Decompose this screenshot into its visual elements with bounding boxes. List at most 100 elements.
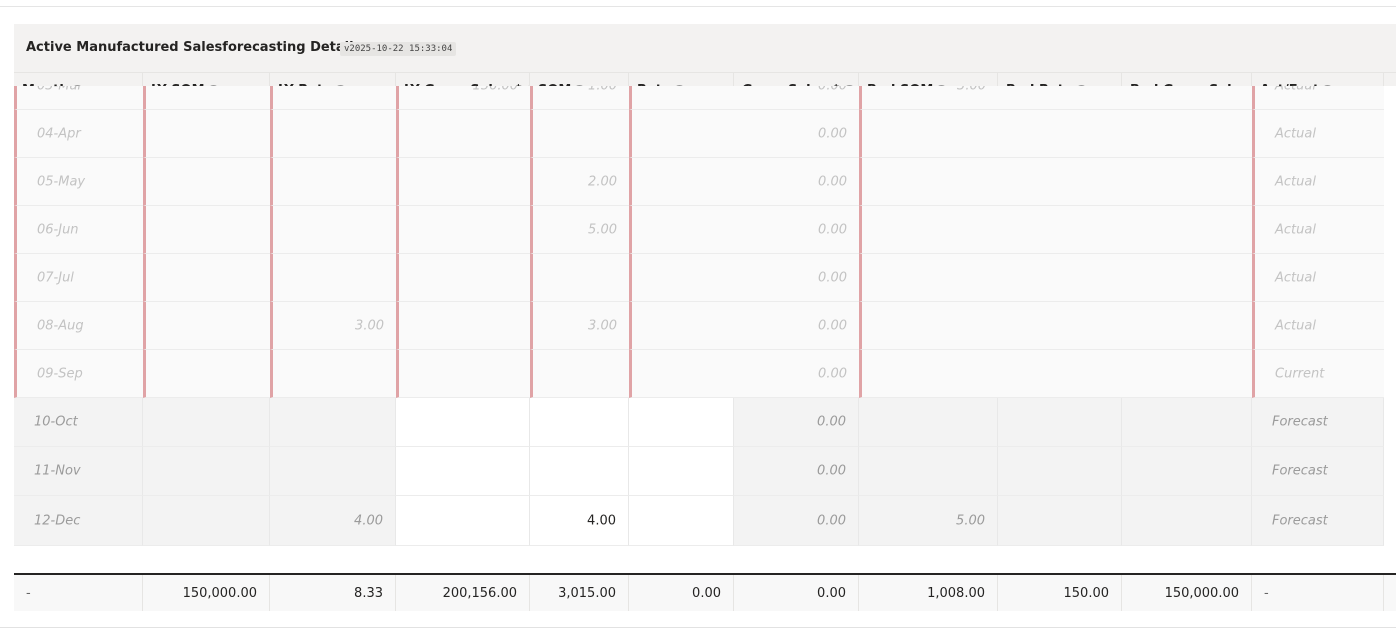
cell-value: 0.00 — [818, 222, 847, 237]
cell-value: 08-Aug — [37, 318, 84, 333]
cell-rate — [629, 158, 734, 206]
total-value: 0.00 — [692, 586, 721, 601]
cell-bud-sqm — [859, 398, 998, 447]
cell-bud-rate — [998, 86, 1122, 110]
cell-value: 4.00 — [354, 513, 383, 528]
cell-sqm — [530, 350, 629, 398]
cell-act-fcst: Current — [1252, 350, 1384, 398]
cell-value: Actual — [1275, 174, 1316, 189]
total-ly-gross-sales: 200,156.00 — [396, 575, 530, 611]
cell-bud-sqm — [859, 110, 998, 158]
cell-sqm[interactable] — [530, 447, 629, 496]
cell-value: 09-Sep — [37, 366, 83, 381]
cell-bud-rate — [998, 350, 1122, 398]
cell-gross-sales: 0.00 — [734, 496, 859, 546]
cell-ly-rate — [270, 110, 396, 158]
cell-bud-gross-sales — [1122, 206, 1252, 254]
cell-gross-sales: 0.00 — [734, 398, 859, 447]
cell-rate — [629, 206, 734, 254]
cell-ly-sqm — [143, 86, 270, 110]
cell-ly-gross-sales — [396, 158, 530, 206]
cell-value: 04-Apr — [37, 126, 81, 141]
cell-bud-rate — [998, 398, 1122, 447]
cell-rate — [629, 86, 734, 110]
cell-value: Actual — [1275, 222, 1316, 237]
table-row[interactable]: 11-Nov 0.00 Forecast — [14, 447, 1384, 496]
cell-bud-rate — [998, 206, 1122, 254]
cell-bud-rate — [998, 158, 1122, 206]
cell-bud-gross-sales — [1122, 350, 1252, 398]
total-bud-rate: 150.00 — [998, 575, 1122, 611]
cell-rate — [629, 302, 734, 350]
cell-bud-gross-sales — [1122, 398, 1252, 447]
cell-rate[interactable] — [629, 496, 734, 546]
cell-ly-gross-sales — [396, 350, 530, 398]
cell-act-fcst: Forecast — [1252, 447, 1384, 496]
table-row[interactable]: 07-Jul 0.00 Actual — [14, 254, 1384, 302]
cell-value: Forecast — [1272, 414, 1328, 430]
table-row[interactable]: 06-Jun 5.00 0.00 Actual — [14, 206, 1384, 254]
cell-rate[interactable] — [629, 447, 734, 496]
cell-bud-sqm — [859, 302, 998, 350]
cell-value: 0.00 — [818, 86, 847, 93]
cell-sqm: 1.00 — [530, 86, 629, 110]
cell-value: 3.00 — [588, 318, 617, 333]
cell-value: Forecast — [1272, 513, 1328, 528]
totals-row: - 150,000.00 8.33 200,156.00 3,015.00 0.00 0.0… — [14, 573, 1396, 611]
cell-value: 03-Mar — [37, 86, 83, 93]
cell-month: 06-Jun — [14, 206, 143, 254]
table-row[interactable]: 08-Aug 3.00 3.00 0.00 Actual — [14, 302, 1384, 350]
cell-ly-sqm — [143, 496, 270, 546]
cell-ly-gross-sales[interactable] — [396, 496, 530, 546]
cell-bud-sqm — [859, 206, 998, 254]
table-row[interactable]: 10-Oct 0.00 Forecast — [14, 398, 1384, 447]
cell-value: 0.00 — [817, 513, 846, 528]
cell-value: 0.00 — [817, 463, 846, 479]
cell-sqm: 2.00 — [530, 158, 629, 206]
table-row[interactable]: 03-Mar 156.00 1.00 0.00 3.00 Actual — [14, 86, 1384, 110]
cell-ly-sqm — [143, 350, 270, 398]
cell-sqm: 5.00 — [530, 206, 629, 254]
total-ly-sqm: 150,000.00 — [143, 575, 270, 611]
table-row[interactable]: 04-Apr 0.00 Actual — [14, 110, 1384, 158]
cell-ly-gross-sales[interactable] — [396, 447, 530, 496]
cell-rate — [629, 350, 734, 398]
cell-ly-rate — [270, 86, 396, 110]
total-ly-rate: 8.33 — [270, 575, 396, 611]
cell-sqm[interactable]: 4.00 — [530, 496, 629, 546]
cell-bud-rate — [998, 496, 1122, 546]
cell-ly-gross-sales — [396, 302, 530, 350]
cell-bud-rate — [998, 110, 1122, 158]
vertical-scrollbar[interactable] — [1384, 86, 1396, 550]
cell-value: Actual — [1275, 86, 1316, 93]
cell-bud-rate — [998, 447, 1122, 496]
cell-bud-rate — [998, 254, 1122, 302]
cell-ly-rate — [270, 158, 396, 206]
cell-sqm[interactable] — [530, 398, 629, 447]
table-row[interactable]: 12-Dec 4.00 4.00 0.00 5.00 Forecast — [14, 496, 1384, 546]
cell-value: Current — [1275, 366, 1325, 381]
version-badge: v2025-10-22 15:33:04 — [340, 42, 457, 56]
total-value: 3,015.00 — [558, 586, 616, 601]
cell-gross-sales: 0.00 — [734, 254, 859, 302]
cell-act-fcst: Actual — [1252, 158, 1384, 206]
cell-bud-gross-sales — [1122, 496, 1252, 546]
cell-bud-gross-sales — [1122, 447, 1252, 496]
cell-value: Actual — [1275, 126, 1316, 141]
table-row[interactable]: 09-Sep 0.00 Current — [14, 350, 1384, 398]
cell-ly-rate: 3.00 — [270, 302, 396, 350]
table-body[interactable]: 03-Mar 156.00 1.00 0.00 3.00 Actual 04-Apr 0.00… — [14, 86, 1384, 550]
cell-rate[interactable] — [629, 398, 734, 447]
total-bud-sqm: 1,008.00 — [859, 575, 998, 611]
top-divider — [0, 6, 1396, 7]
table-row[interactable]: 05-May 2.00 0.00 Actual — [14, 158, 1384, 206]
cell-value: 156.00 — [473, 86, 519, 93]
total-month: - — [14, 575, 143, 611]
cell-ly-gross-sales[interactable] — [396, 398, 530, 447]
cell-bud-rate — [998, 302, 1122, 350]
cell-act-fcst: Forecast — [1252, 398, 1384, 447]
cell-ly-gross-sales — [396, 110, 530, 158]
cell-ly-sqm — [143, 206, 270, 254]
cell-value: 0.00 — [818, 270, 847, 285]
total-value: 200,156.00 — [442, 586, 517, 601]
